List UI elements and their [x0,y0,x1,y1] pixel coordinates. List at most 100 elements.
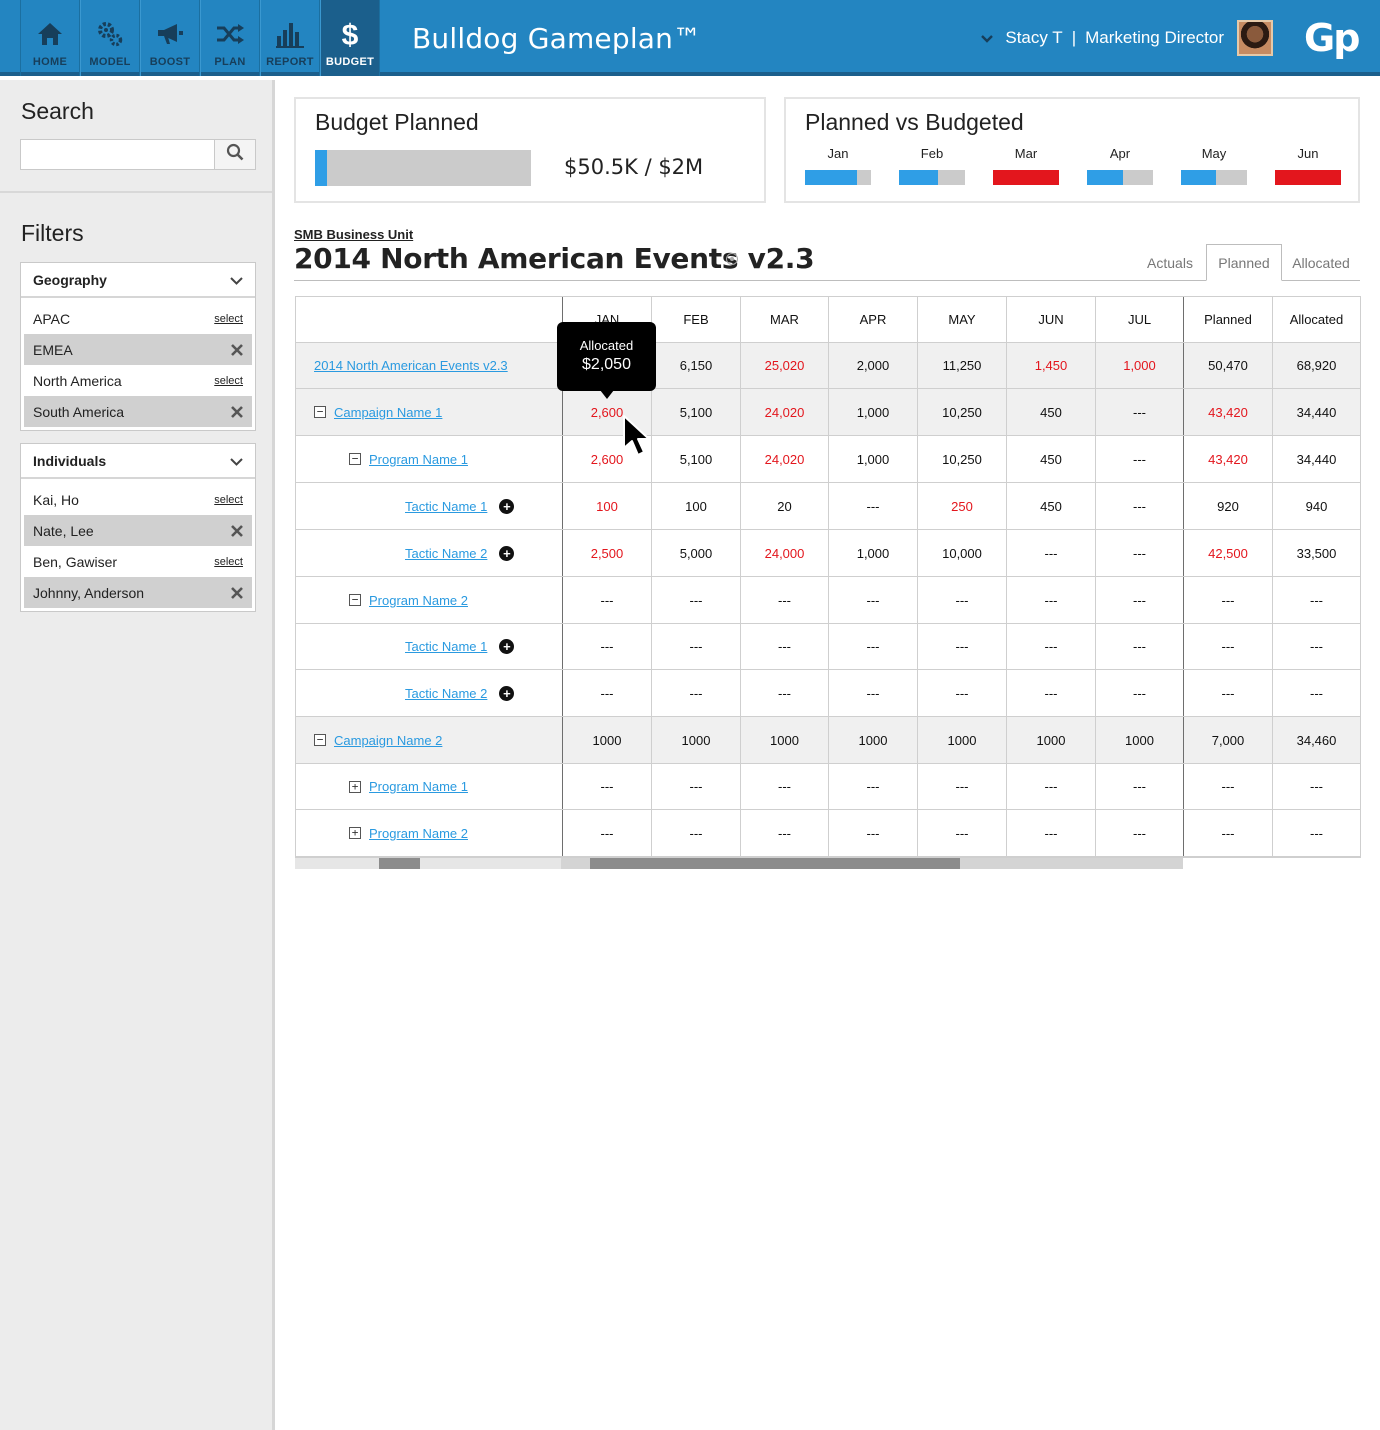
table-cell[interactable]: 1,000 [828,530,917,576]
table-cell[interactable]: --- [562,624,651,669]
table-cell[interactable]: 34,460 [1272,717,1360,763]
table-cell[interactable]: 43,420 [1183,436,1272,482]
table-cell[interactable]: 5,100 [651,389,740,435]
table-cell[interactable]: --- [1272,624,1360,669]
table-cell[interactable]: 450 [1006,483,1095,529]
table-cell[interactable]: 100 [651,483,740,529]
row-name-link[interactable]: Tactic Name 2 [405,686,487,701]
table-cell[interactable]: --- [828,624,917,669]
table-cell[interactable]: 1,000 [828,436,917,482]
table-cell[interactable]: --- [651,577,740,623]
row-name-link[interactable]: Tactic Name 2 [405,546,487,561]
nav-tab-budget[interactable]: $ BUDGET [320,0,380,76]
chevron-down-icon[interactable] [230,272,243,288]
row-name-link[interactable]: Tactic Name 1 [405,499,487,514]
expand-icon[interactable]: + [349,780,361,793]
nav-tab-model[interactable]: MODEL [80,0,140,76]
chevron-down-icon[interactable] [230,453,243,469]
row-name-link[interactable]: Program Name 1 [369,452,468,467]
table-cell[interactable]: 920 [1183,483,1272,529]
remove-icon[interactable] [231,343,243,356]
table-cell[interactable]: 250 [917,483,1006,529]
table-cell[interactable]: 24,000 [740,530,828,576]
select-link[interactable]: select [214,494,243,506]
table-cell[interactable]: --- [740,577,828,623]
search-button[interactable] [214,140,255,169]
nav-tab-home[interactable]: HOME [20,0,80,76]
table-cell[interactable]: --- [828,810,917,856]
table-cell[interactable]: 68,920 [1272,343,1360,388]
add-icon[interactable]: + [499,545,515,561]
collapse-icon[interactable]: − [349,594,361,606]
table-cell[interactable]: 42,500 [1183,530,1272,576]
column-header[interactable]: JUN [1006,297,1095,342]
table-cell[interactable]: --- [1183,764,1272,809]
name-column-scroll-thumb[interactable] [379,858,420,869]
table-cell[interactable]: 25,020 [740,343,828,388]
table-cell[interactable]: 10,250 [917,389,1006,435]
table-cell[interactable]: 1000 [740,717,828,763]
table-cell[interactable]: 1000 [917,717,1006,763]
table-cell[interactable]: --- [1006,624,1095,669]
table-cell[interactable]: 2,500 [562,530,651,576]
expand-icon[interactable]: + [349,827,361,839]
table-cell[interactable]: --- [651,764,740,809]
table-cell[interactable]: 5,100 [651,436,740,482]
nav-tab-plan[interactable]: PLAN [200,0,260,76]
collapse-icon[interactable]: − [349,453,361,465]
table-cell[interactable]: --- [1095,764,1183,809]
table-cell[interactable]: 2,000 [828,343,917,388]
row-name-link[interactable]: Campaign Name 2 [334,733,442,748]
table-cell[interactable]: 1,450 [1006,343,1095,388]
table-cell[interactable]: --- [740,624,828,669]
name-column-scrollbar[interactable] [295,858,561,869]
table-cell[interactable]: --- [1095,530,1183,576]
column-header[interactable]: Allocated [1272,297,1360,342]
table-cell[interactable]: 1000 [1006,717,1095,763]
nav-tab-boost[interactable]: BOOST [140,0,200,76]
table-cell[interactable]: --- [1183,810,1272,856]
table-cell[interactable]: --- [651,670,740,716]
select-link[interactable]: select [214,375,243,387]
table-cell[interactable]: 33,500 [1272,530,1360,576]
table-cell[interactable]: 1,000 [1095,343,1183,388]
table-cell[interactable]: --- [917,670,1006,716]
avatar[interactable] [1237,20,1273,56]
collapse-icon[interactable]: − [314,406,326,418]
add-icon[interactable]: + [499,685,515,701]
table-cell[interactable]: --- [1006,764,1095,809]
filter-option[interactable]: North America select [24,365,252,396]
filter-option[interactable]: EMEA [24,334,252,365]
table-cell[interactable]: 43,420 [1183,389,1272,435]
table-cell[interactable]: --- [1095,389,1183,435]
table-cell[interactable]: 1,000 [828,389,917,435]
filter-option[interactable]: South America [24,396,252,427]
column-header[interactable]: MAY [917,297,1006,342]
table-cell[interactable]: --- [1095,670,1183,716]
table-cell[interactable]: --- [740,810,828,856]
tab-allocated[interactable]: Allocated [1286,244,1356,281]
column-header[interactable]: Planned [1183,297,1272,342]
table-cell[interactable]: --- [562,810,651,856]
row-name-link[interactable]: Tactic Name 1 [405,639,487,654]
remove-icon[interactable] [231,405,243,418]
table-cell[interactable]: 1000 [1095,717,1183,763]
filter-option[interactable]: APAC select [24,303,252,334]
table-cell[interactable]: --- [1183,670,1272,716]
business-unit-link[interactable]: SMB Business Unit [294,227,413,242]
table-cell[interactable]: --- [651,624,740,669]
table-cell[interactable]: 34,440 [1272,436,1360,482]
filter-option[interactable]: Kai, Ho select [24,484,252,515]
remove-icon[interactable] [231,524,243,537]
table-cell[interactable]: 450 [1006,389,1095,435]
table-cell[interactable]: 10,000 [917,530,1006,576]
table-cell[interactable]: 50,470 [1183,343,1272,388]
table-cell[interactable]: --- [917,577,1006,623]
table-cell[interactable]: 20 [740,483,828,529]
column-header[interactable]: MAR [740,297,828,342]
months-scroll-thumb[interactable] [590,858,960,869]
row-name-link[interactable]: Campaign Name 1 [334,405,442,420]
table-cell[interactable]: --- [562,577,651,623]
table-cell[interactable]: --- [1095,810,1183,856]
row-name-link[interactable]: 2014 North American Events v2.3 [314,358,508,373]
